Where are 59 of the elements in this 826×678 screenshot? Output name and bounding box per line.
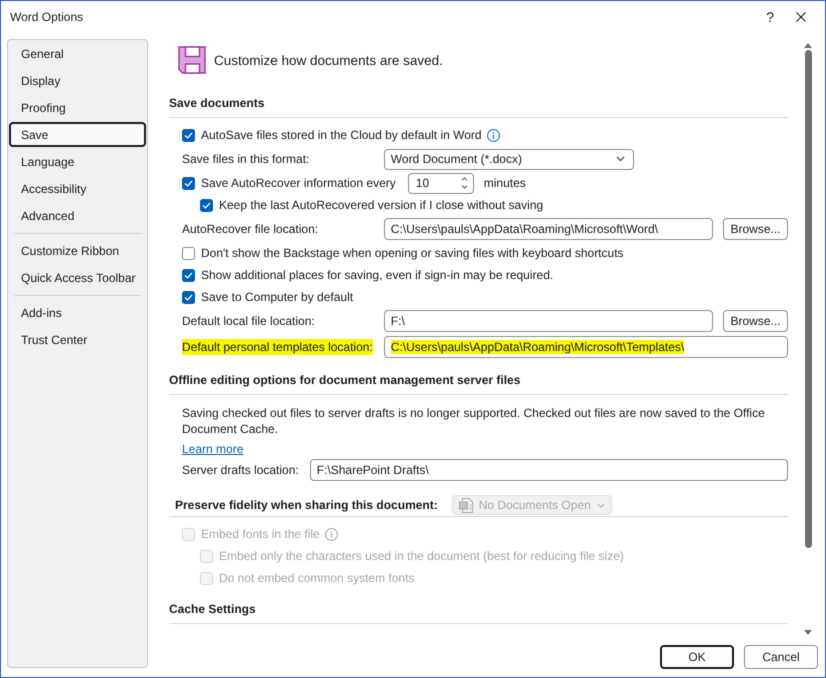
learn-more-link[interactable]: Learn more [182,441,244,457]
checkbox-label: AutoSave files stored in the Cloud by default in Word [201,128,482,142]
field-label: AutoRecover file location: [182,221,318,237]
minutes-spinbox[interactable]: 10 [408,172,474,194]
section-heading: Preserve fidelity when sharing this document: [175,497,438,513]
help-button[interactable]: ? [766,8,774,24]
format-dropdown[interactable]: Word Document (*.docx) [384,148,634,170]
section-heading: Save documents [169,95,264,111]
sidebar-item[interactable]: Accessibility [9,176,146,201]
checkbox[interactable] [182,176,195,190]
sidebar-item[interactable]: Proofing [9,95,146,120]
field-label: Default personal templates location: [182,339,373,355]
document-icon [458,498,473,512]
checkbox-label: Don't show the Backstage when opening or saving files with keyboard shortcuts [201,246,624,260]
window-title: Word Options [10,10,84,24]
section-heading: Cache Settings [169,601,256,617]
checkbox[interactable] [182,290,195,304]
page-heading: Customize how documents are saved. [214,52,443,68]
scrollbar-thumb[interactable] [804,50,812,548]
sidebar-item[interactable]: Language [9,149,146,174]
sidebar-item[interactable]: Customize Ribbon [9,238,146,263]
browse-button[interactable]: Browse... [723,218,788,240]
field-label: Save files in this format: [182,151,310,167]
checkbox-label: Save to Computer by default [201,290,354,304]
checkbox[interactable] [182,268,195,282]
path-field[interactable]: F:\SharePoint Drafts\ [310,459,788,481]
checkbox-label: Keep the last AutoRecovered version if I close without saving [219,198,544,212]
sidebar-item[interactable]: Save [9,122,146,147]
browse-button[interactable]: Browse... [723,310,788,332]
path-field[interactable]: C:\Users\pauls\AppData\Roaming\Microsoft\Word\ [384,218,713,240]
section-heading: Offline editing options for document management server files [169,372,520,388]
path-field[interactable]: F:\ [384,310,713,332]
checkbox-label: Embed only the characters used in the document (best for reducing file size) [219,549,624,563]
sidebar-item[interactable]: Add-ins [9,300,146,325]
close-icon[interactable] [796,12,806,22]
info-text: Saving checked out files to server drafts is no longer supported. Checked out files are now saved to the Office Document Cache. [182,405,766,437]
chevron-up-icon[interactable] [460,177,468,181]
checkbox[interactable] [182,246,195,260]
sidebar-item[interactable]: Display [9,68,146,93]
checkbox[interactable] [200,198,213,212]
checkbox-label: Do not embed common system fonts [219,571,414,585]
field-label: Server drafts location: [182,462,299,478]
chevron-down-icon [596,502,605,508]
dialog-button[interactable]: OK [660,645,734,669]
field-label: Default local file location: [182,313,315,329]
chevron-down-icon[interactable] [460,185,468,189]
checkbox[interactable] [182,128,195,142]
checkbox-label: Show additional places for saving, even if sign-in may be required. [201,268,554,282]
chevron-down-icon [616,156,625,162]
sidebar-item[interactable]: Trust Center [9,327,146,352]
sidebar-item[interactable]: Quick Access Toolbar [9,265,146,290]
sidebar-item[interactable]: Advanced [9,203,146,228]
dialog-button[interactable]: Cancel [744,645,818,669]
checkbox-label: Save AutoRecover information every [201,176,396,190]
scroll-down-icon[interactable] [804,630,812,635]
sidebar-item[interactable]: General [9,41,146,66]
scroll-up-icon[interactable] [804,43,812,48]
unit-label: minutes [484,176,526,190]
checkbox-label: Embed fonts in the file [201,527,320,541]
